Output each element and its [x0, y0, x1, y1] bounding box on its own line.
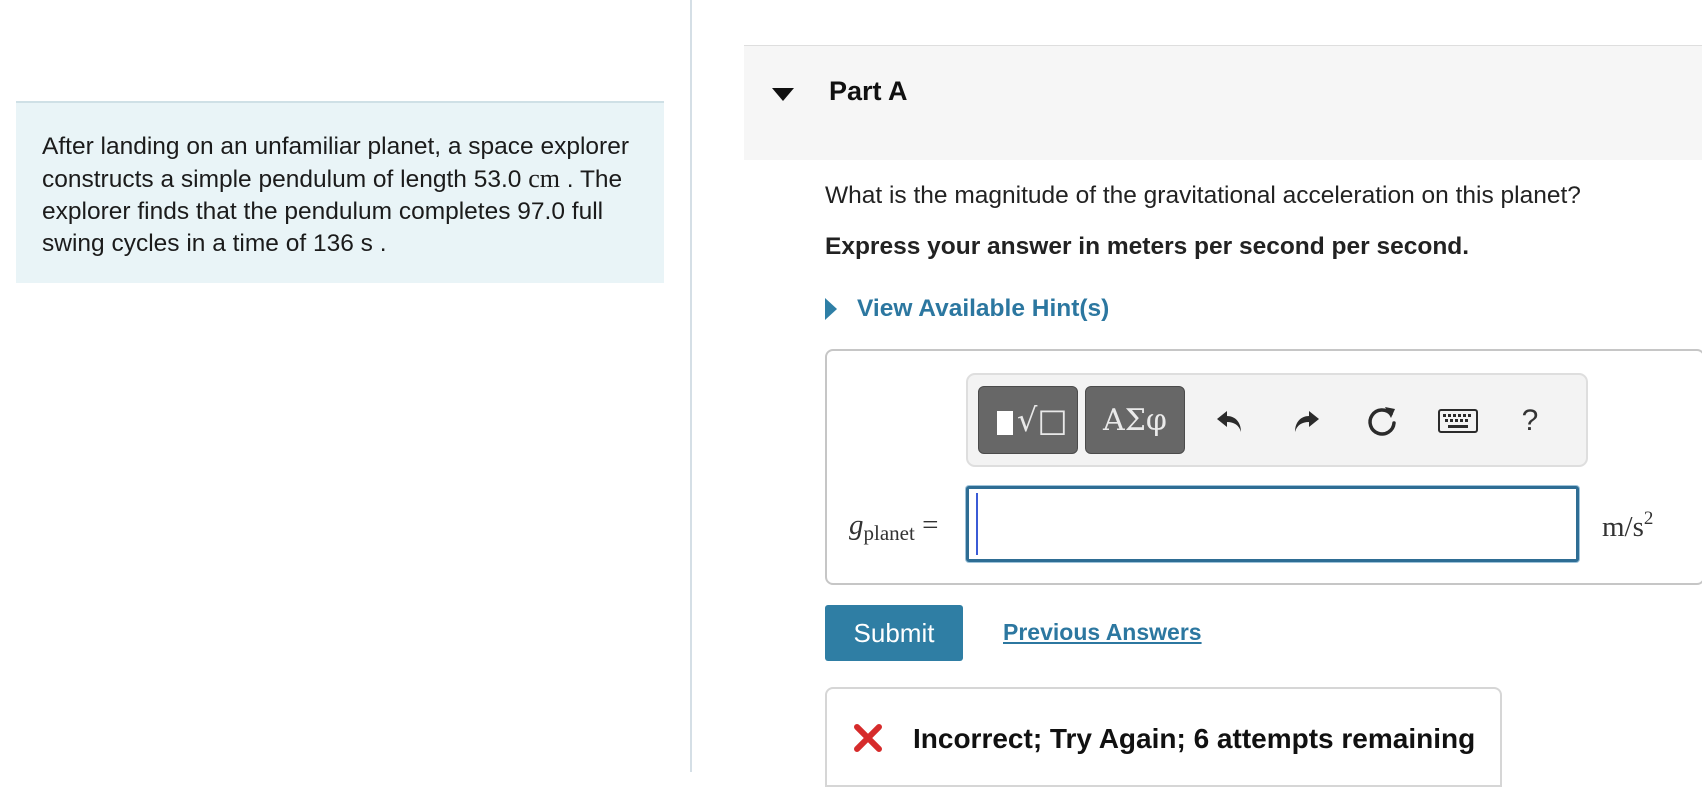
- undo-icon: [1217, 411, 1241, 432]
- unit-label: m/s2: [1602, 508, 1653, 544]
- collapse-caret-icon[interactable]: [772, 88, 794, 101]
- part-a-header[interactable]: Part A: [744, 45, 1702, 160]
- keyboard-icon: [1438, 409, 1478, 433]
- redo-icon: [1295, 411, 1319, 432]
- math-toolbar: √□ ΑΣφ ?: [966, 373, 1588, 467]
- reset-button[interactable]: [1360, 397, 1404, 445]
- previous-answers-link[interactable]: Previous Answers: [1003, 619, 1202, 646]
- redo-button[interactable]: [1284, 397, 1328, 445]
- undo-button[interactable]: [1208, 397, 1252, 445]
- variable-subscript: planet: [863, 521, 915, 545]
- length-value: 53.0: [473, 166, 522, 193]
- pane-divider: [690, 0, 692, 772]
- answer-instruction: Express your answer in meters per second…: [825, 233, 1470, 260]
- length-unit: cm: [528, 164, 560, 193]
- part-title: Part A: [829, 76, 908, 106]
- submit-button[interactable]: Submit: [825, 605, 963, 661]
- feedback-message: Incorrect; Try Again; 6 attempts remaini…: [913, 723, 1476, 754]
- templates-icon: [997, 411, 1013, 435]
- templates-button[interactable]: √□: [978, 386, 1078, 454]
- hint-label[interactable]: View Available Hint(s): [857, 295, 1109, 323]
- problem-pane: After landing on an unfamiliar planet, a…: [0, 0, 690, 772]
- error-x-icon: [854, 724, 882, 752]
- unit-base: m/s: [1602, 511, 1644, 543]
- problem-statement: After landing on an unfamiliar planet, a…: [16, 101, 664, 283]
- answer-area: √□ ΑΣφ ? gplanet = m/s2: [825, 349, 1702, 585]
- expand-caret-icon: [825, 298, 837, 320]
- help-button[interactable]: ?: [1508, 397, 1552, 445]
- feedback-panel: Incorrect; Try Again; 6 attempts remaini…: [825, 687, 1502, 787]
- view-hints-toggle[interactable]: View Available Hint(s): [825, 293, 1109, 325]
- time-unit: s: [360, 230, 373, 257]
- unit-power: 2: [1643, 508, 1654, 529]
- answer-input[interactable]: [966, 486, 1579, 562]
- text-cursor: [976, 493, 978, 555]
- reset-icon: [1368, 407, 1396, 436]
- keyboard-button[interactable]: [1430, 397, 1486, 445]
- symbols-icon: ΑΣφ: [1103, 403, 1167, 438]
- sqrt-icon: √□: [1017, 401, 1068, 439]
- symbols-button[interactable]: ΑΣφ: [1085, 386, 1185, 454]
- help-icon: ?: [1521, 404, 1539, 437]
- equals-sign: =: [922, 509, 939, 541]
- variable-label: gplanet =: [849, 509, 938, 546]
- variable-symbol: g: [849, 509, 864, 541]
- question-text: What is the magnitude of the gravitation…: [825, 182, 1581, 209]
- problem-text-3: .: [379, 230, 387, 257]
